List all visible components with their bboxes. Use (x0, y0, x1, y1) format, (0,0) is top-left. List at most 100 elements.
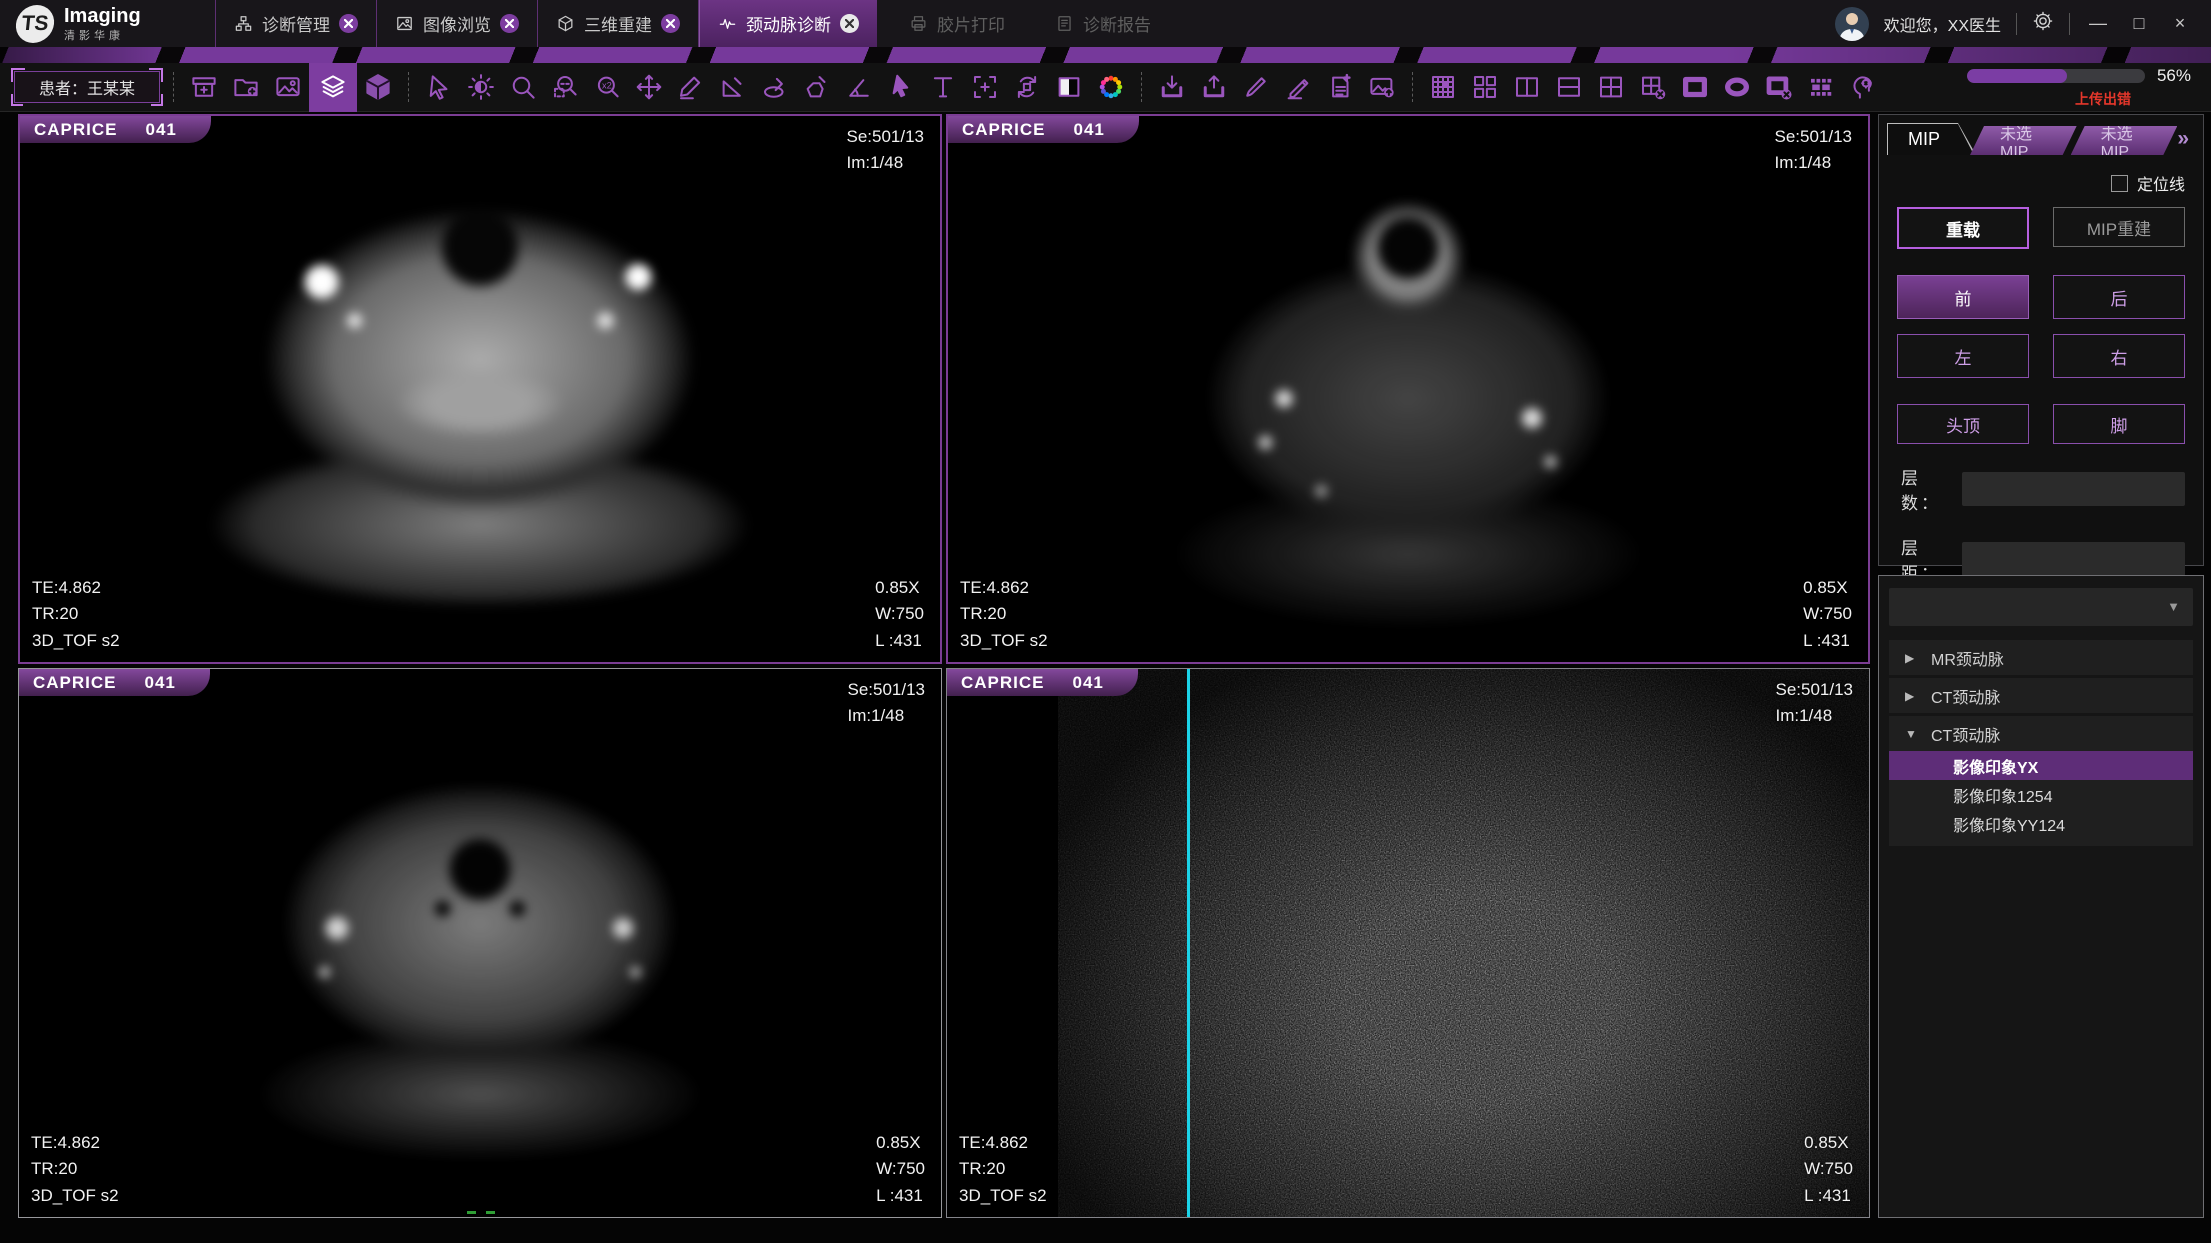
tab-unselected-mip-2[interactable]: 未选MIP (2071, 126, 2178, 155)
tab-diagnosis-report[interactable]: 诊断报告 (1037, 0, 1169, 47)
report-add-icon[interactable] (1319, 66, 1361, 108)
tree-node-mr-carotid[interactable]: ▶ MR颈动脉 (1889, 640, 2193, 675)
rotate-icon[interactable] (1006, 66, 1048, 108)
settings-gear-icon[interactable] (2032, 10, 2054, 37)
layers-icon[interactable] (309, 63, 357, 112)
tab-diagnosis-manage[interactable]: 诊断管理 (215, 0, 376, 47)
tab-3d-rebuild[interactable]: 三维重建 (537, 0, 699, 47)
zoom-area-icon[interactable] (544, 66, 586, 108)
ai-assist-icon[interactable] (1842, 66, 1884, 108)
invert-icon[interactable] (1048, 66, 1090, 108)
rect-shutter-icon[interactable] (1674, 66, 1716, 108)
viewport-4[interactable]: CAPRICE 041 Se:501/13Im:1/48 TE:4.862TR:… (946, 668, 1870, 1218)
brightness-icon[interactable] (460, 66, 502, 108)
tab-image-browse[interactable]: 图像浏览 (376, 0, 537, 47)
close-tab-icon[interactable] (840, 14, 859, 33)
printer-icon (909, 14, 928, 33)
view-right-button[interactable]: 右 (2053, 334, 2185, 378)
expand-arrow-icon[interactable]: ▶ (1905, 651, 1919, 665)
split-horizontal-icon[interactable] (1548, 66, 1590, 108)
photos-icon[interactable] (267, 66, 309, 108)
zoom-icon[interactable] (502, 66, 544, 108)
grid-close-icon[interactable] (1632, 66, 1674, 108)
zoom-2x-icon[interactable]: x2 (586, 66, 628, 108)
layer-count-input[interactable] (1962, 472, 2185, 506)
viewport-3[interactable]: CAPRICE 041 Se:501/13Im:1/48 TE:4.862TR:… (18, 668, 942, 1218)
toolbar-separator (1141, 72, 1142, 102)
cube-solid-icon[interactable] (357, 66, 399, 108)
crop-add-icon[interactable] (964, 66, 1006, 108)
viewport-2[interactable]: CAPRICE 041 Se:501/13Im:1/48 TE:4.862TR:… (946, 114, 1870, 664)
folder-add-icon[interactable] (225, 66, 267, 108)
tree-node-ct-carotid-2[interactable]: ▼ CT颈动脉 (1889, 716, 2193, 751)
tab-unselected-mip-1[interactable]: 未选MIP (1970, 126, 2077, 155)
overlay-acquisition-info: TE:4.862TR:203D_TOF s2 (32, 575, 120, 654)
pen-icon[interactable] (1277, 66, 1319, 108)
text-icon[interactable] (922, 66, 964, 108)
right-panel: MIP 未选MIP 未选MIP » 定位线 重载 MIP重建 前 后 左 右 头… (1878, 114, 2204, 1218)
series-tree-panel: ▼ ▶ MR颈动脉 ▶ CT颈动脉 ▼ CT颈动脉 影像印象YX 影像印象125… (1878, 575, 2204, 1218)
maximize-button[interactable]: □ (2126, 13, 2152, 34)
overlay-acquisition-info: TE:4.862TR:203D_TOF s2 (31, 1130, 119, 1209)
split-vertical-icon[interactable] (1506, 66, 1548, 108)
tree-leaf-impression-yy124[interactable]: 影像印象YY124 (1889, 809, 2193, 838)
grid-quad-icon[interactable] (1464, 66, 1506, 108)
tab-carotid-diagnosis[interactable]: 颈动脉诊断 (699, 0, 877, 47)
toolbar-separator (173, 72, 174, 102)
minimize-button[interactable]: — (2085, 13, 2111, 34)
reload-button[interactable]: 重载 (1897, 207, 2029, 249)
mri-image-1 (20, 116, 940, 662)
view-foot-button[interactable]: 脚 (2053, 404, 2185, 444)
mip-rebuild-button[interactable]: MIP重建 (2053, 207, 2185, 247)
patient-name-box: 患者：王某某 (14, 71, 160, 103)
pointer-icon[interactable] (880, 66, 922, 108)
view-front-button[interactable]: 前 (1897, 275, 2029, 319)
image-upload-icon[interactable] (1361, 66, 1403, 108)
overlay-series-info: Se:501/13Im:1/48 (1775, 677, 1853, 730)
user-avatar[interactable] (1835, 7, 1869, 41)
measure-line-icon[interactable] (670, 66, 712, 108)
close-tab-icon[interactable] (661, 14, 680, 33)
close-button[interactable]: × (2167, 13, 2193, 34)
tree-node-ct-carotid-1[interactable]: ▶ CT颈动脉 (1889, 678, 2193, 713)
rect-shutter-close-icon[interactable] (1758, 66, 1800, 108)
view-back-button[interactable]: 后 (2053, 275, 2185, 319)
tree-leaf-impression-1254[interactable]: 影像印象1254 (1889, 780, 2193, 809)
view-left-button[interactable]: 左 (1897, 334, 2029, 378)
grid-2x2-icon[interactable] (1590, 66, 1632, 108)
localizer-checkbox[interactable] (2111, 175, 2128, 192)
more-tabs-chevron-icon[interactable]: » (2177, 128, 2189, 155)
measure-angle-icon[interactable] (838, 66, 880, 108)
color-wheel-icon[interactable] (1090, 66, 1132, 108)
ellipse-shutter-icon[interactable] (1716, 66, 1758, 108)
localizer-line[interactable] (1187, 669, 1190, 1217)
upload-icon[interactable] (1193, 66, 1235, 108)
upload-error-text: 上传出错 (2075, 89, 2131, 109)
layer-spacing-input[interactable] (1962, 542, 2185, 576)
archive-add-icon[interactable] (183, 66, 225, 108)
viewport-1[interactable]: CAPRICE 041 Se:501/13Im:1/48 TE:4.862TR:… (18, 114, 942, 664)
collapse-arrow-icon[interactable]: ▼ (1905, 727, 1919, 741)
download-icon[interactable] (1151, 66, 1193, 108)
draw-ellipse-icon[interactable] (754, 66, 796, 108)
series-dropdown[interactable]: ▼ (1889, 588, 2193, 626)
draw-polygon-icon[interactable] (796, 66, 838, 108)
tab-film-print[interactable]: 胶片打印 (891, 0, 1023, 47)
logo-ts-icon: TS (14, 5, 56, 43)
series-title-tab: CAPRICE 041 (948, 116, 1139, 143)
grid-cell-icon[interactable] (1422, 66, 1464, 108)
tree-leaf-impression-yx[interactable]: 影像印象YX (1889, 751, 2193, 780)
welcome-text: 欢迎您，XX医生 (1884, 12, 2001, 36)
pan-icon[interactable] (628, 66, 670, 108)
tab-mip[interactable]: MIP (1887, 123, 1976, 155)
expand-arrow-icon[interactable]: ▶ (1905, 689, 1919, 703)
viewport-grid: CAPRICE 041 Se:501/13Im:1/48 TE:4.862TR:… (18, 114, 1870, 1218)
close-tab-icon[interactable] (339, 14, 358, 33)
filmstrip-icon[interactable] (1800, 66, 1842, 108)
cube-icon (556, 14, 575, 33)
close-tab-icon[interactable] (500, 14, 519, 33)
cursor-icon[interactable] (418, 66, 460, 108)
brush-icon[interactable] (1235, 66, 1277, 108)
measure-triangle-icon[interactable] (712, 66, 754, 108)
view-head-button[interactable]: 头顶 (1897, 404, 2029, 444)
